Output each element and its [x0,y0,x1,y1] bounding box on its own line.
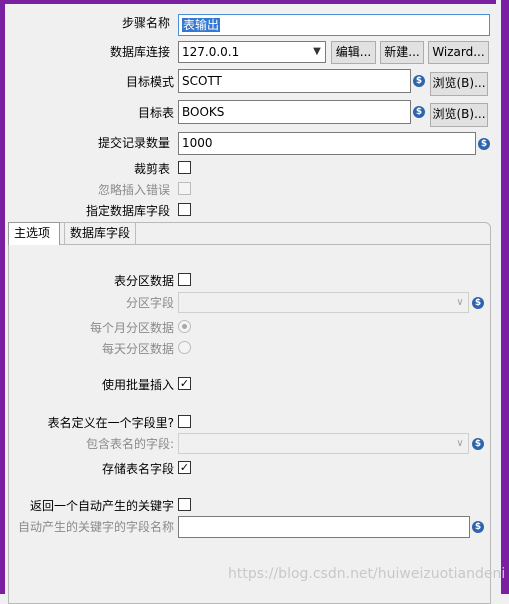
partition-monthly-label: 每个月分区数据 [89,321,174,335]
commit-size-input[interactable]: 1000 [178,132,476,155]
variable-dollar-icon: $ [472,297,484,309]
tablename-field-label: 包含表名的字段: [85,437,174,451]
target-table-label: 目标表 [137,106,174,120]
connection-value: 127.0.0.1 [182,45,240,59]
variable-dollar-icon: $ [478,138,490,150]
window-right-border [501,0,509,594]
tab-main-options[interactable]: 主选项 [8,222,60,245]
chevron-down-icon: ∨ [456,438,464,449]
return-key-checkbox[interactable] [178,498,191,511]
connection-label: 数据库连接 [109,45,170,59]
return-key-label: 返回一个自动产生的关键字 [29,499,174,513]
variable-dollar-icon: $ [472,521,484,533]
chevron-down-icon: ∨ [456,297,464,308]
wizard-button[interactable]: Wizard... [428,41,489,64]
partition-field-select[interactable]: ∨ [178,292,469,313]
target-schema-input[interactable]: SCOTT [178,69,411,93]
new-connection-button[interactable]: 新建... [380,41,424,64]
watermark: https://blog.csdn.net/huiweizuotiandeni [228,566,506,582]
truncate-label: 裁剪表 [133,162,170,176]
ignore-errors-checkbox[interactable] [178,182,191,195]
specify-fields-checkbox[interactable] [178,203,191,216]
window-left-border [0,0,5,594]
variable-dollar-icon: $ [413,75,425,87]
checkmark-icon: ✓ [179,377,190,390]
return-key-field-label: 自动产生的关键字的字段名称 [17,520,174,534]
target-schema-label: 目标模式 [125,75,174,89]
step-name-input[interactable]: 表输出 [178,14,490,36]
chevron-down-icon[interactable]: ▼ [309,42,325,62]
partition-monthly-radio[interactable] [178,320,191,333]
edit-connection-button[interactable]: 编辑... [331,41,376,64]
store-tablename-label: 存储表名字段 [101,462,174,476]
tablename-field-select[interactable]: ∨ [178,433,469,454]
return-key-field-input[interactable] [178,516,470,538]
commit-size-label: 提交记录数量 [97,136,170,150]
variable-dollar-icon: $ [472,438,484,450]
truncate-checkbox[interactable] [178,161,191,174]
partition-checkbox[interactable] [178,273,191,286]
variable-dollar-icon: $ [413,106,425,118]
tablename-in-field-checkbox[interactable] [178,415,191,428]
tablename-in-field-label: 表名定义在一个字段里? [47,416,174,430]
step-name-value: 表输出 [182,18,221,32]
partition-daily-label: 每天分区数据 [101,342,174,356]
partition-label: 表分区数据 [113,274,174,288]
partition-daily-radio[interactable] [178,341,191,354]
ignore-errors-label: 忽略插入错误 [97,183,170,197]
step-name-label: 步骤名称 [121,16,170,30]
specify-fields-label: 指定数据库字段 [85,204,170,218]
browse-schema-button[interactable]: 浏览(B)... [430,72,488,96]
tab-database-fields[interactable]: 数据库字段 [64,222,136,244]
checkmark-icon: ✓ [179,461,190,474]
partition-field-label: 分区字段 [125,296,174,310]
store-tablename-checkbox[interactable]: ✓ [178,461,191,474]
browse-table-button[interactable]: 浏览(B)... [430,103,488,127]
target-table-input[interactable]: BOOKS [178,100,411,124]
connection-select[interactable]: 127.0.0.1 ▼ [178,41,326,63]
window-top-border [0,0,509,4]
batch-insert-label: 使用批量插入 [101,378,174,392]
batch-insert-checkbox[interactable]: ✓ [178,377,191,390]
